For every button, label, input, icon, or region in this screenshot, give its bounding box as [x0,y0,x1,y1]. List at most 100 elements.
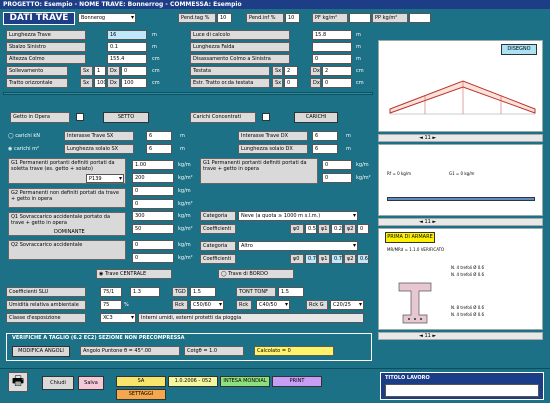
sbalzo-input[interactable]: 0.1 [107,42,147,52]
psi2-label: ψ2 [344,224,356,234]
g1-select[interactable]: P139 [86,174,124,183]
tgd-input[interactable]: 1.5 [190,287,216,297]
psi1-input[interactable]: 0.2 [331,224,343,234]
pend-input[interactable]: 10 [217,13,232,23]
solaio-sx-input[interactable]: 6 [146,144,172,154]
psi0b-input[interactable]: 0.7 [305,254,317,264]
tratto-dx-input[interactable]: 100 [121,78,147,88]
solaio-dx-input[interactable]: 6 [312,144,338,154]
disass-label: Disassamento Colmo a Sinistra [190,54,290,64]
nav-bar: ◄ 11 ► [378,218,543,226]
g1-dx-kgm2-input[interactable]: 0 [322,173,352,183]
prima-di-armare-button[interactable]: PRIMA DI ARMARE [385,232,435,243]
tratto-sx-input[interactable]: 100 [94,78,106,88]
pf-input[interactable] [349,13,371,23]
testata-dx-input[interactable]: 2 [322,66,352,76]
nav-right-arrow[interactable]: ► [431,219,436,225]
footer-tag[interactable]: 1.0.2006 - 052 [168,376,218,387]
g1-dx-kgm-input[interactable]: 0 [322,160,352,170]
sollevamento-dx-input[interactable]: 0 [121,66,147,76]
disegno-panel: DISEGNO [378,40,543,132]
section-label: N. 4 trefoli Ø 0.6 [451,312,485,317]
titolo-lavoro-input[interactable] [385,384,539,397]
nav-right-arrow[interactable]: ► [431,135,436,141]
classe-select[interactable]: XC3 [100,313,136,323]
unit: % [124,302,129,308]
row-label: Altezza Colmo [6,54,86,64]
coef-slu2-input[interactable]: 1.3 [130,287,160,297]
psi2b-input[interactable]: 0.6 [357,254,369,264]
rck-label: Rck [172,300,188,310]
tgd-label: TGD [172,287,188,297]
getto-label: Getto in Opera [10,112,70,123]
coef-slu-input[interactable]: 75/1 [100,287,122,297]
rck-select[interactable]: C50/60 [190,300,224,310]
estr-dx-input[interactable]: 0 [322,78,352,88]
testata-sx-input[interactable]: 2 [284,66,298,76]
beam-select[interactable]: Bonnerog [78,13,136,23]
psi0-input[interactable]: 0.5 [305,224,317,234]
trave-bordo-radio[interactable]: ◯ Trave di BORDO [218,269,294,279]
categoria2-select[interactable]: Altro [238,241,358,251]
disegno-button[interactable]: DISEGNO [501,44,537,55]
setto-button[interactable]: SETTO [103,112,149,123]
sollevamento-sx-input[interactable]: 1 [94,66,106,76]
salva-button[interactable]: Salva [78,376,104,390]
g2-kgm-input[interactable]: 0 [132,186,174,196]
q2-kgm-input[interactable]: 0 [132,240,174,250]
lunghezza-trave-input[interactable]: 16 [107,30,147,40]
footer-tag[interactable]: INTESA MONDIAL [220,376,270,387]
footer-tag[interactable]: SA [116,376,166,387]
q1-kgm2-input[interactable]: 50 [132,224,174,234]
settaggi-button[interactable]: SETTAGGI [116,389,166,400]
nav-right-arrow[interactable]: ► [431,333,436,339]
psi2-input[interactable]: 0 [357,224,369,234]
falda-input[interactable] [312,42,352,52]
section-label: N. 8 trefoli Ø 0.6 [451,305,485,310]
rck2-select[interactable]: C40/50 [256,300,290,310]
categoria-label: Categoria [200,211,236,221]
g1-kgm-input[interactable]: 1.00 [132,160,174,170]
getto-checkbox[interactable] [76,113,84,121]
sx-label: Sx [272,66,283,76]
dx-label: Dx [310,78,321,88]
estr-sx-input[interactable]: 0 [284,78,298,88]
rck3-select[interactable]: C20/25 [330,300,364,310]
printer-icon[interactable]: 🖶 [8,372,28,392]
altezza-colmo-input[interactable]: 155.4 [107,54,147,64]
psi1b-input[interactable]: 0.7 [331,254,343,264]
footer-tag[interactable]: PRINT [272,376,322,387]
pend2-input[interactable]: 10 [285,13,300,23]
titolo-lavoro-box: TITOLO LAVORO [380,372,544,400]
luce-input[interactable]: 15.8 [312,30,352,40]
interasse-dx-input[interactable]: 6 [312,131,338,141]
unit: kg/m [178,242,191,248]
calcolato-text: Calcolato = 0 [254,346,334,356]
nav-bar: ◄ 11 ► [378,134,543,142]
trave-centrale-radio[interactable]: ◉ Trave CENTRALE [96,269,172,279]
q2-kgm2-input[interactable]: 0 [132,253,174,263]
unit: cm [356,68,364,74]
disass-input[interactable]: 0 [312,54,352,64]
tonf-input[interactable]: 1.5 [278,287,304,297]
interasse-dx-label: Interasse Trave DX [238,131,308,141]
modifica-angoli-button[interactable]: MODIFICA ANGOLI [12,346,70,357]
unit: m [356,32,361,38]
carichi-button[interactable]: CARICHI [294,112,338,123]
categoria1-select[interactable]: Neve (a quota ≥ 1000 m s.l.m.) [238,211,358,221]
carichi-checkbox[interactable] [262,113,270,121]
psi1-label: ψ1 [318,224,330,234]
carichi-kn-radio[interactable]: ◯ carichi kN [8,133,48,139]
pp-input[interactable] [409,13,431,23]
carichi-m2-radio[interactable]: ◉ carichi m² [8,146,48,152]
interasse-sx-input[interactable]: 6 [146,131,172,141]
g2-kgm2-input[interactable]: 0 [132,199,174,209]
unit: kg/m² [178,255,193,261]
g1-kgm2-input[interactable]: 200 [132,173,174,183]
window-title: PROGETTO: Esempio - NOME TRAVE: Bonnerro… [0,0,550,9]
unit: kg/m [178,188,191,194]
q1-kgm-input[interactable]: 300 [132,211,174,221]
chiudi-button[interactable]: Chiudi [42,376,74,390]
unit: m [346,133,351,139]
umidita-input[interactable]: 75 [100,300,122,310]
